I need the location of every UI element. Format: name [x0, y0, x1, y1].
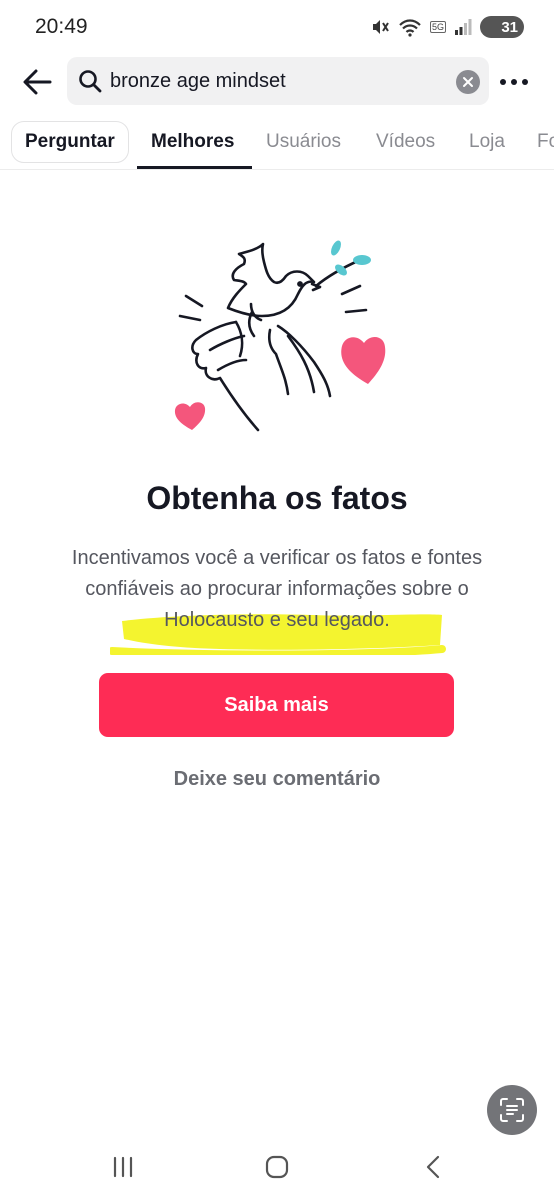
status-bar: 20:49 5G 31	[0, 0, 554, 54]
more-dot	[522, 79, 528, 85]
wifi-icon	[398, 17, 422, 37]
home-icon	[265, 1155, 289, 1179]
clear-search-button[interactable]	[456, 70, 480, 94]
leave-comment-link[interactable]: Deixe seu comentário	[0, 768, 554, 791]
signal-icon	[454, 18, 472, 36]
search-input[interactable]	[110, 65, 450, 97]
status-icons: 5G 31	[370, 14, 524, 40]
more-options-button[interactable]	[496, 69, 532, 95]
status-time: 20:49	[35, 15, 88, 38]
back-icon	[426, 1155, 440, 1179]
scan-text-button[interactable]	[487, 1085, 537, 1135]
description-text: Incentivamos você a verificar os fatos e…	[71, 547, 483, 631]
battery-percent: 31	[501, 18, 518, 36]
tab-top[interactable]: Melhores	[151, 121, 234, 169]
tab-shop[interactable]: Loja	[469, 121, 505, 169]
tab-videos[interactable]: Vídeos	[376, 121, 435, 169]
search-box[interactable]	[67, 57, 489, 105]
recent-apps-icon	[113, 1156, 133, 1178]
system-back-button[interactable]	[411, 1147, 455, 1187]
active-tab-indicator	[137, 166, 252, 169]
system-nav-bar	[0, 1135, 554, 1199]
back-button[interactable]	[18, 64, 56, 100]
battery-indicator: 31	[480, 16, 524, 38]
description-block: Incentivamos você a verificar os fatos e…	[50, 543, 504, 655]
more-dot	[511, 79, 517, 85]
recent-apps-button[interactable]	[101, 1147, 145, 1187]
more-dot	[500, 79, 506, 85]
tab-ask[interactable]: Perguntar	[11, 121, 129, 163]
tab-users[interactable]: Usuários	[266, 121, 341, 169]
clear-icon	[463, 77, 473, 87]
search-tabs: Perguntar Melhores Usuários Vídeos Loja …	[0, 118, 554, 170]
page-title: Obtenha os fatos	[146, 480, 408, 516]
screen: 20:49 5G 31 bronze age mindset Perguntar…	[0, 0, 554, 1199]
learn-more-button[interactable]: Saiba mais	[99, 673, 454, 737]
network-badge: 5G	[429, 21, 446, 33]
scan-text-icon	[500, 1098, 524, 1122]
tab-partial[interactable]: Fo	[537, 121, 554, 169]
search-icon	[79, 70, 102, 93]
home-button[interactable]	[255, 1147, 299, 1187]
mute-icon	[370, 17, 390, 37]
search-header	[0, 56, 554, 108]
back-arrow-icon	[23, 69, 52, 95]
dove-hands-illustration	[174, 240, 386, 432]
